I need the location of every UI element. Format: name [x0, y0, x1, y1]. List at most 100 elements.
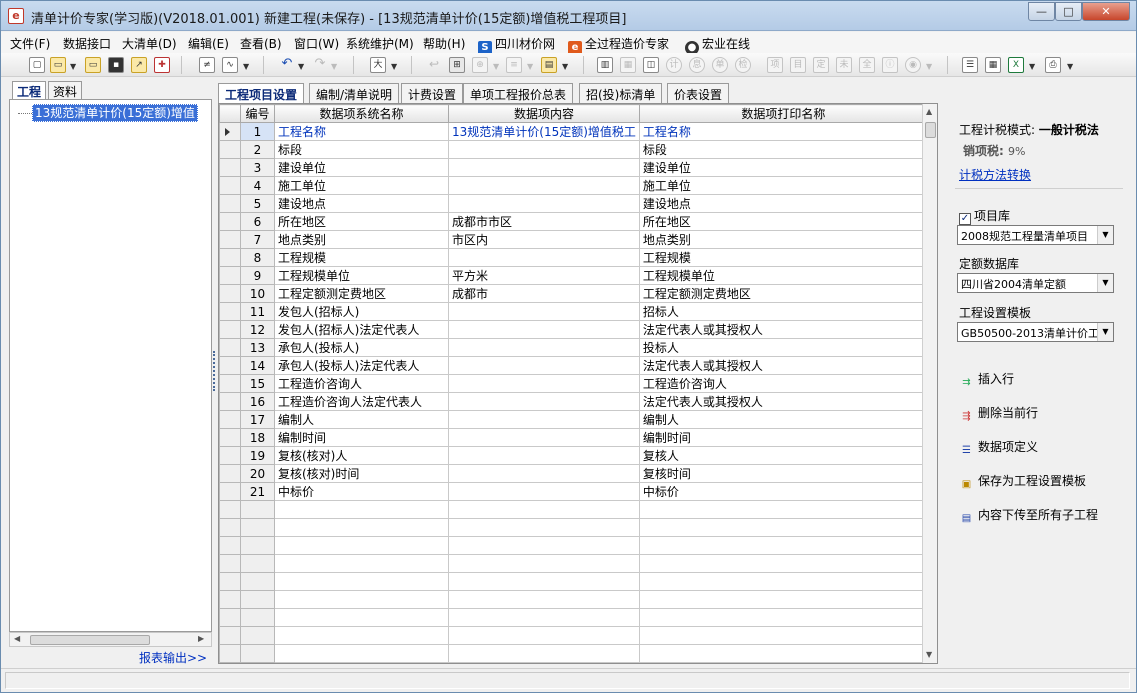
empty-row[interactable]: [219, 608, 928, 627]
empty-row[interactable]: [219, 572, 928, 591]
empty-cell[interactable]: [274, 536, 449, 555]
print-name-cell[interactable]: 法定代表人或其授权人: [638, 392, 928, 411]
system-name-cell[interactable]: 编制时间: [274, 428, 449, 447]
folder-icon[interactable]: ▭: [85, 57, 101, 73]
system-name-cell[interactable]: 承包人(投标人)法定代表人: [274, 356, 449, 375]
empty-cell[interactable]: [638, 608, 928, 627]
table-row[interactable]: 1 工程名称 13规范清单计价(15定额)增值税工 工程名称: [219, 122, 928, 141]
vertical-scrollbar[interactable]: ▲ ▼: [922, 104, 937, 663]
scroll-left-icon[interactable]: ◀: [14, 634, 20, 643]
content-cell[interactable]: [448, 140, 640, 159]
item-lib-checkbox[interactable]: ✓: [959, 213, 971, 225]
content-cell[interactable]: [448, 320, 640, 339]
empty-cell[interactable]: [638, 572, 928, 591]
print-name-cell[interactable]: 编制人: [638, 410, 928, 429]
maximize-button[interactable]: □: [1055, 2, 1082, 21]
template-select[interactable]: GB50500-2013清单计价工 ▼: [957, 322, 1114, 342]
calendar-icon[interactable]: ▦: [985, 57, 1001, 73]
chart-dropdown-icon[interactable]: ▼: [243, 62, 249, 71]
print-name-cell[interactable]: 中标价: [638, 482, 928, 501]
table-row[interactable]: 3 建设单位 建设单位: [219, 158, 928, 177]
row-number-cell[interactable]: 7: [240, 230, 275, 249]
font-size-dropdown-icon[interactable]: ▼: [391, 62, 397, 71]
table-row[interactable]: 4 施工单位 施工单位: [219, 176, 928, 195]
empty-row[interactable]: [219, 554, 928, 573]
empty-cell[interactable]: [448, 626, 640, 645]
empty-cell[interactable]: [448, 500, 640, 519]
print-name-cell[interactable]: 招标人: [638, 302, 928, 321]
system-name-cell[interactable]: 复核(核对)人: [274, 446, 449, 465]
print-name-cell[interactable]: 建设地点: [638, 194, 928, 213]
print-name-cell[interactable]: 复核人: [638, 446, 928, 465]
row-number-cell[interactable]: 1: [240, 122, 275, 141]
row-number-cell[interactable]: 11: [240, 302, 275, 321]
empty-cell[interactable]: [274, 572, 449, 591]
list-view-icon[interactable]: ☰: [962, 57, 978, 73]
content-cell[interactable]: [448, 176, 640, 195]
row-number-cell[interactable]: 21: [240, 482, 275, 501]
scroll-up-icon[interactable]: ▲: [926, 107, 932, 116]
content-cell[interactable]: [448, 158, 640, 177]
menu-edit[interactable]: 编辑(E): [188, 35, 229, 52]
scroll-right-icon[interactable]: ▶: [198, 634, 204, 643]
empty-cell[interactable]: [638, 500, 928, 519]
empty-cell[interactable]: [240, 590, 275, 609]
chart-icon[interactable]: ∿: [222, 57, 238, 73]
excel-icon[interactable]: X: [1008, 57, 1024, 73]
row-number-cell[interactable]: 10: [240, 284, 275, 303]
item-lib-row[interactable]: ✓ 项目库: [959, 207, 1010, 225]
table-row[interactable]: 16 工程造价咨询人法定代表人 法定代表人或其授权人: [219, 392, 928, 411]
content-cell[interactable]: [448, 446, 640, 465]
document-dropdown-icon[interactable]: ▼: [562, 62, 568, 71]
empty-cell[interactable]: [274, 590, 449, 609]
table-row[interactable]: 7 地点类别 市区内 地点类别: [219, 230, 928, 249]
tree-node-project[interactable]: 13规范清单计价(15定额)增值: [18, 104, 198, 122]
tab-compile-description[interactable]: 编制/清单说明: [309, 83, 400, 103]
empty-cell[interactable]: [274, 554, 449, 573]
row-number-cell[interactable]: 14: [240, 356, 275, 375]
menu-help[interactable]: 帮助(H): [423, 35, 465, 52]
compare-icon[interactable]: ≠: [199, 57, 215, 73]
empty-cell[interactable]: [448, 536, 640, 555]
empty-cell[interactable]: [638, 644, 928, 663]
system-name-cell[interactable]: 建设单位: [274, 158, 449, 177]
system-name-cell[interactable]: 复核(核对)时间: [274, 464, 449, 483]
delete-row-button[interactable]: ⇶ 删除当前行: [959, 404, 1038, 424]
menu-link-hongye[interactable]: ● 宏业在线: [685, 35, 750, 55]
tab-quote-summary[interactable]: 单项工程报价总表: [463, 83, 574, 103]
system-name-cell[interactable]: 所在地区: [274, 212, 449, 231]
table-row[interactable]: 2 标段 标段: [219, 140, 928, 159]
row-number-cell[interactable]: 20: [240, 464, 275, 483]
table-row[interactable]: 12 发包人(招标人)法定代表人 法定代表人或其授权人: [219, 320, 928, 339]
empty-cell[interactable]: [448, 518, 640, 537]
tax-switch-link[interactable]: 计税方法转换: [959, 166, 1031, 183]
tab-project-settings[interactable]: 工程项目设置: [218, 83, 305, 103]
menu-link-fullcost[interactable]: e 全过程造价专家: [568, 35, 669, 55]
row-number-cell[interactable]: 4: [240, 176, 275, 195]
print-icon[interactable]: ⎙: [1045, 57, 1061, 73]
quota-db-select[interactable]: 四川省2004清单定额 ▼: [957, 273, 1114, 293]
empty-cell[interactable]: [448, 572, 640, 591]
table-row[interactable]: 21 中标价 中标价: [219, 482, 928, 501]
empty-cell[interactable]: [240, 608, 275, 627]
menu-view[interactable]: 查看(B): [240, 35, 282, 52]
panel-splitter[interactable]: [213, 351, 216, 391]
system-name-cell[interactable]: 编制人: [274, 410, 449, 429]
system-name-cell[interactable]: 工程规模单位: [274, 266, 449, 285]
print-name-cell[interactable]: 标段: [638, 140, 928, 159]
tab-bid-list[interactable]: 招(投)标清单: [579, 83, 663, 103]
row-number-cell[interactable]: 16: [240, 392, 275, 411]
save-icon[interactable]: ▪: [108, 57, 124, 73]
table-row[interactable]: 20 复核(核对)时间 复核时间: [219, 464, 928, 483]
row-number-cell[interactable]: 9: [240, 266, 275, 285]
table-row[interactable]: 17 编制人 编制人: [219, 410, 928, 429]
system-name-cell[interactable]: 中标价: [274, 482, 449, 501]
empty-row[interactable]: [219, 500, 928, 519]
scroll-down-icon[interactable]: ▼: [926, 650, 932, 659]
print-name-cell[interactable]: 施工单位: [638, 176, 928, 195]
row-number-cell[interactable]: 3: [240, 158, 275, 177]
content-cell[interactable]: [448, 428, 640, 447]
row-number-cell[interactable]: 2: [240, 140, 275, 159]
print-name-cell[interactable]: 建设单位: [638, 158, 928, 177]
column-header-system-name[interactable]: 数据项系统名称: [274, 104, 449, 123]
